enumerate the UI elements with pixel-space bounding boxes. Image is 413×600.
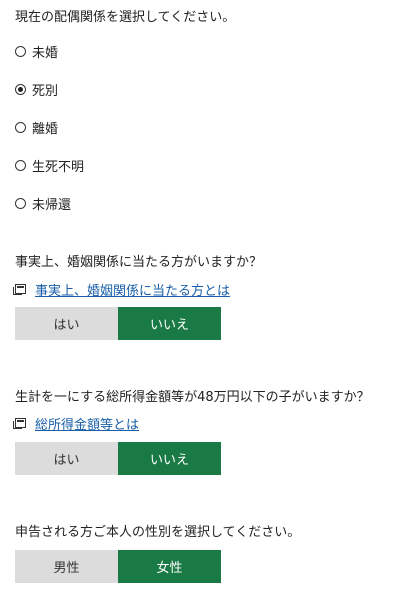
radio-option-unmarried[interactable]: 未婚 [15,40,58,62]
radio-option-widowed[interactable]: 死別 [15,78,58,100]
marital-question: 現在の配偶関係を選択してください。 [15,10,236,25]
radio-circle-icon[interactable] [15,121,26,133]
radio-option-missing[interactable]: 生死不明 [15,154,84,176]
child-income-toggle: はい いいえ [15,442,221,475]
radio-label: 未帰還 [32,197,72,213]
child-income-help-link[interactable]: 総所得金額等とは [35,414,139,433]
radio-label: 生死不明 [32,159,85,175]
radio-label: 離婚 [32,121,59,137]
de-facto-help[interactable]: 事実上、婚姻関係に当たる方とは [13,280,230,299]
radio-label: 未婚 [32,45,59,61]
gender-female-button[interactable]: 女性 [118,550,221,583]
child-income-yes-button[interactable]: はい [15,442,118,475]
de-facto-question: 事実上、婚姻関係に当たる方がいますか？ [15,255,263,270]
new-window-icon [13,418,26,429]
gender-male-button[interactable]: 男性 [15,550,118,583]
de-facto-yes-button[interactable]: はい [15,307,118,340]
radio-circle-icon[interactable] [15,45,26,57]
de-facto-no-button[interactable]: いいえ [118,307,221,340]
gender-toggle: 男性 女性 [15,550,221,583]
radio-checked-icon[interactable] [15,83,26,95]
new-window-icon [13,284,26,295]
radio-option-not-returned[interactable]: 未帰還 [15,192,71,214]
radio-circle-icon[interactable] [15,159,26,171]
radio-circle-icon[interactable] [15,197,26,209]
gender-question: 申告される方ご本人の性別を選択してください。 [15,525,301,540]
child-income-no-button[interactable]: いいえ [118,442,221,475]
radio-label: 死別 [32,83,59,99]
child-income-question: 生計を一にする総所得金額等が48万円以下の子がいますか？ [15,390,370,405]
de-facto-toggle: はい いいえ [15,307,221,340]
child-income-help[interactable]: 総所得金額等とは [13,414,139,433]
de-facto-help-link[interactable]: 事実上、婚姻関係に当たる方とは [35,280,230,299]
radio-option-divorced[interactable]: 離婚 [15,116,58,138]
